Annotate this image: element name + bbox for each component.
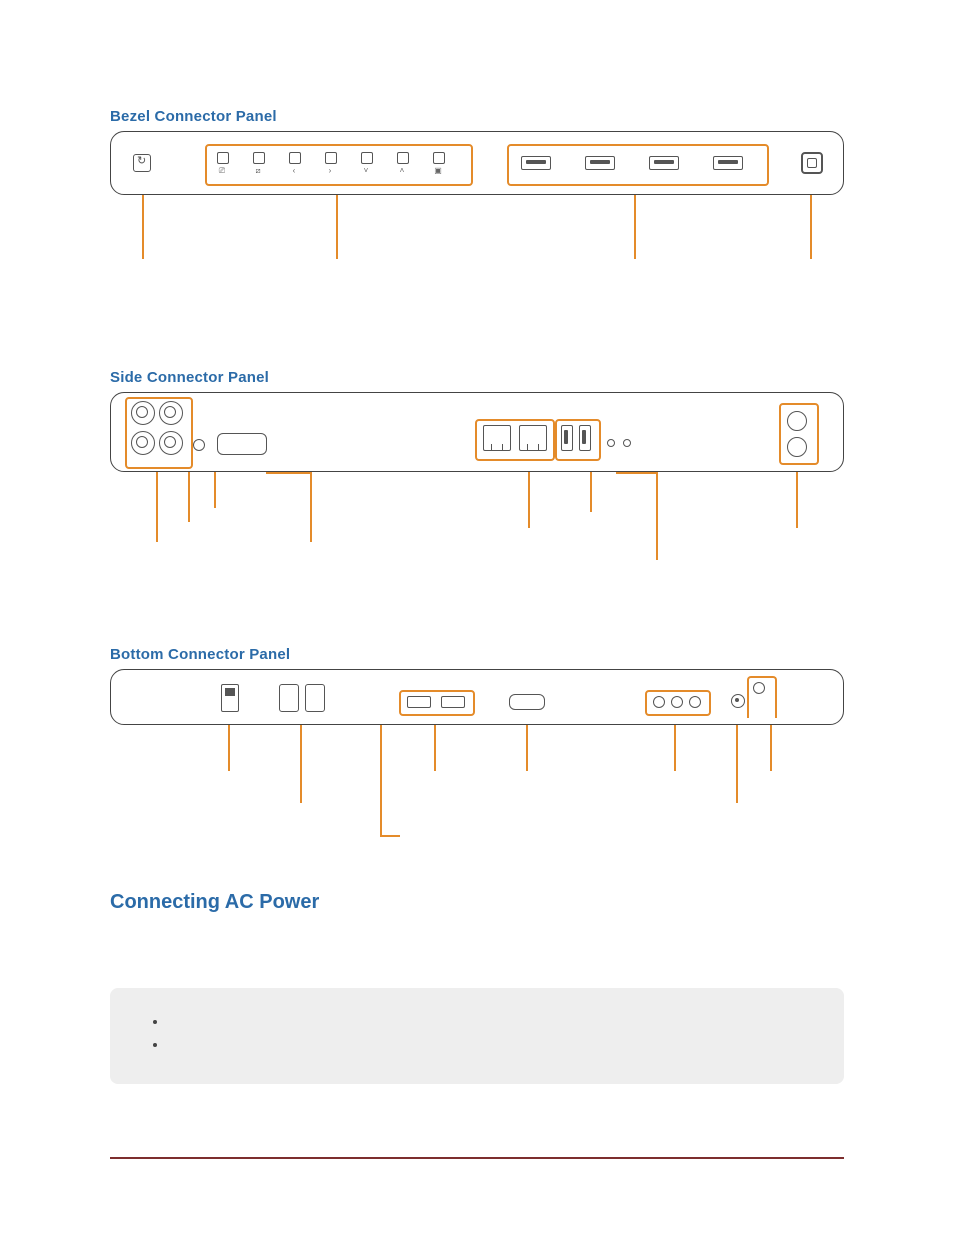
callout-line-3 [634,195,636,259]
highlight-round-buttons [779,403,819,465]
highlight-ethernet-group [475,419,555,461]
highlight-rca-group [645,690,711,716]
highlight-aux [747,676,777,718]
side-callout-7h [616,472,658,474]
notes-box [110,988,844,1084]
power-switch-icon [221,684,239,712]
side-callout-5 [528,472,530,528]
reset-button-icon: ↻ [133,154,151,172]
document-page: Bezel Connector Panel ↻ ⎚ ⧄ ‹ › ˅ ˄ ▣ [0,0,954,1235]
side-callout-2 [188,472,190,522]
bezel-callouts [110,195,844,305]
callout-line-2 [336,195,338,259]
side-callout-1 [156,472,158,542]
bezel-section: Bezel Connector Panel ↻ ⎚ ⧄ ‹ › ˅ ˄ ▣ [110,108,844,305]
highlight-bnc-group [125,397,193,469]
highlight-osd-buttons [205,144,473,186]
callout-line-4 [810,195,812,259]
bottom-callout-3h [380,835,400,837]
side-callout-4 [310,472,312,542]
bottom-callout-1 [228,725,230,771]
side-panel-diagram [110,392,844,472]
bottom-callout-3 [380,725,382,835]
headphone-jack-icon [731,694,745,708]
status-led-2-icon [623,439,631,447]
side-callout-3 [214,472,216,508]
bottom-section: Bottom Connector Panel [110,646,844,855]
note-item-1 [168,1012,814,1033]
bottom-callouts [110,725,844,855]
bottom-callout-7 [736,725,738,803]
bottom-callout-6 [674,725,676,771]
audio-jack-icon [193,439,205,451]
camera-connector-icon [801,152,823,174]
side-callout-8 [796,472,798,528]
bottom-callout-8 [770,725,772,771]
power-heading: Connecting AC Power [110,891,844,914]
power-body-2 [110,954,844,968]
highlight-usb-group [507,144,769,186]
side-callout-6 [590,472,592,512]
bottom-heading: Bottom Connector Panel [110,646,844,663]
bottom-panel-diagram [110,669,844,725]
highlight-usb-vertical-group [555,419,601,461]
bottom-callout-4 [434,725,436,771]
status-led-1-icon [607,439,615,447]
highlight-hdmi-group [399,690,475,716]
bezel-heading: Bezel Connector Panel [110,108,844,125]
side-callout-7 [656,472,658,560]
notes-list [140,1012,814,1056]
side-section: Side Connector Panel [110,369,844,582]
ac-inlet-1-icon [279,684,299,712]
bottom-callout-5 [526,725,528,771]
vga-port-icon [509,694,545,710]
serial-db9-icon [217,433,267,455]
bezel-panel-diagram: ↻ ⎚ ⧄ ‹ › ˅ ˄ ▣ [110,131,844,195]
ac-inlet-2-icon [305,684,325,712]
callout-line-1 [142,195,144,259]
footer-rule [110,1157,844,1159]
side-callout-4h [266,472,312,474]
power-body-1 [110,930,844,944]
bottom-callout-2 [300,725,302,803]
side-callouts [110,472,844,582]
side-heading: Side Connector Panel [110,369,844,386]
note-item-2 [168,1035,814,1056]
